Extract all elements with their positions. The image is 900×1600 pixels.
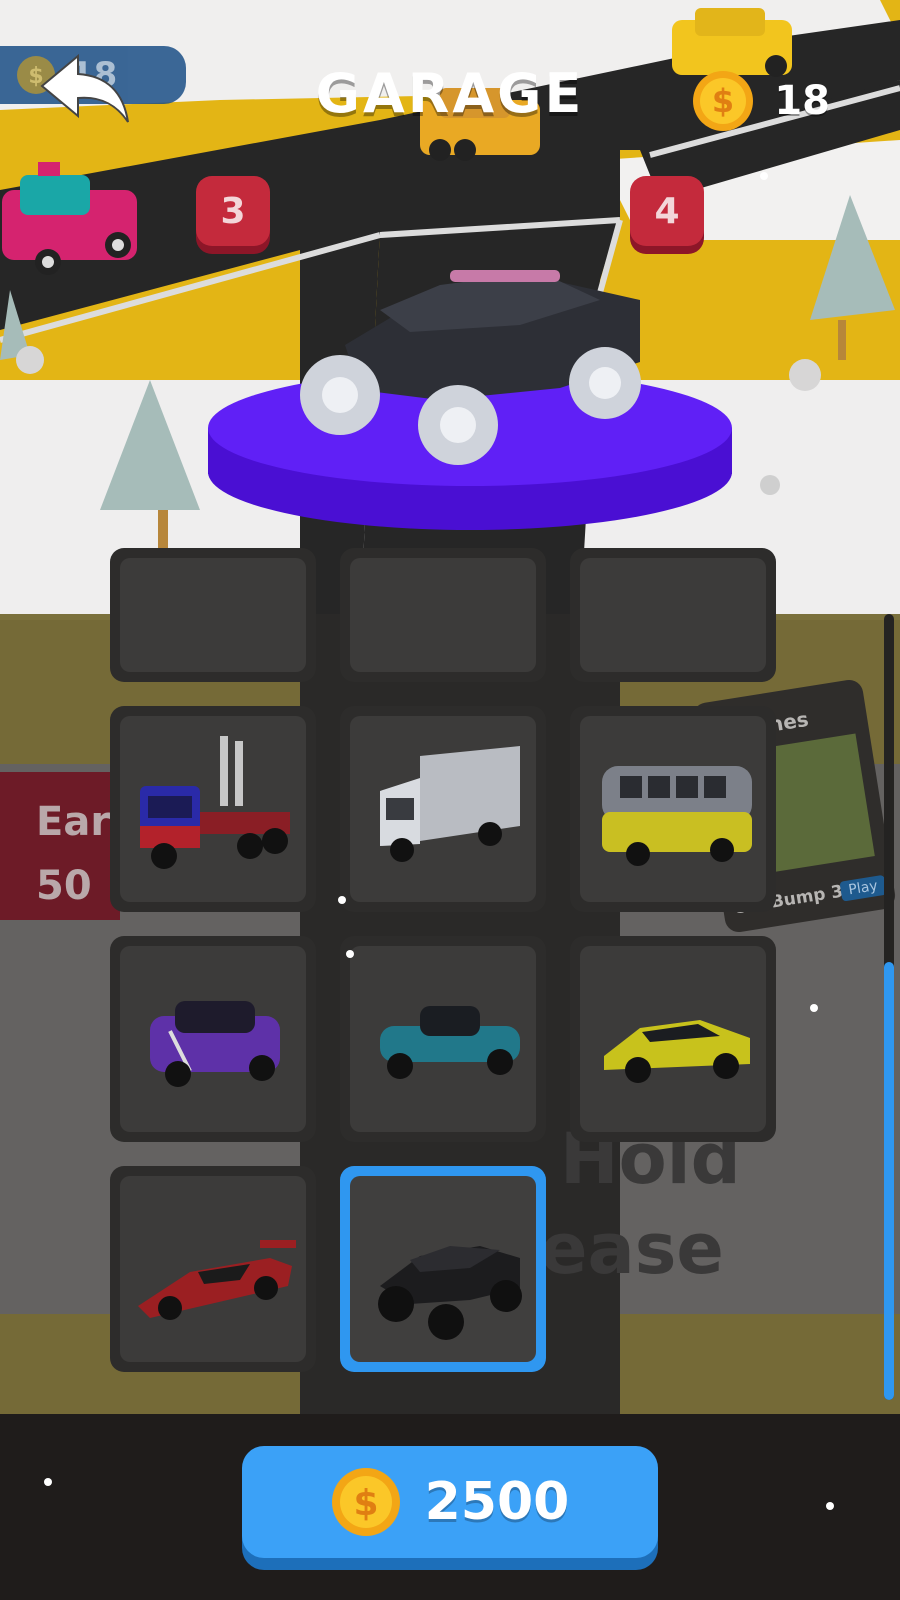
level-badge-3: 3 xyxy=(196,176,270,246)
sparkle xyxy=(826,1502,834,1510)
sparkle xyxy=(760,172,768,180)
race-car-icon xyxy=(138,1240,296,1320)
car-slot-classic[interactable] xyxy=(340,936,546,1142)
sparkle xyxy=(44,1478,52,1486)
car-slot-box-truck[interactable] xyxy=(340,706,546,912)
coin-icon: $ xyxy=(331,1468,400,1536)
car-slot-van[interactable] xyxy=(570,706,776,912)
car-slot-mini[interactable] xyxy=(110,936,316,1142)
classic-car-icon xyxy=(380,1006,520,1079)
car-slot-buggy[interactable] xyxy=(340,1166,546,1372)
coin-balance: $ 18 xyxy=(692,68,830,134)
coin-icon: $ xyxy=(693,71,754,131)
car-slot-race[interactable] xyxy=(110,1166,316,1372)
coin-count: 18 xyxy=(774,78,830,124)
background-hint-text-2: ease xyxy=(540,1208,724,1290)
buy-price: 2500 xyxy=(424,1472,570,1532)
van-icon xyxy=(602,766,752,866)
box-truck-icon xyxy=(380,746,520,862)
ad-play-button: Play xyxy=(839,874,887,902)
earn-banner-line2: 50 xyxy=(36,863,92,909)
level-badge-4: 4 xyxy=(630,176,704,246)
car-slot-truck-tractor[interactable] xyxy=(110,706,316,912)
sparkle xyxy=(346,950,354,958)
truck-tractor-icon xyxy=(140,736,290,869)
svg-text:$: $ xyxy=(353,1483,378,1524)
car-slot-sports[interactable] xyxy=(570,936,776,1142)
scrollbar-thumb[interactable] xyxy=(884,962,894,1400)
mini-car-icon xyxy=(150,1001,280,1087)
earn-banner: Ear 50 xyxy=(0,772,120,920)
sparkle xyxy=(338,896,346,904)
sparkle xyxy=(810,1004,818,1012)
earn-banner-line1: Ear xyxy=(36,799,111,845)
buy-button[interactable]: $ 2500 xyxy=(242,1446,658,1558)
svg-text:$: $ xyxy=(712,82,734,120)
buggy-icon xyxy=(378,1246,522,1340)
sports-car-icon xyxy=(604,1020,750,1083)
